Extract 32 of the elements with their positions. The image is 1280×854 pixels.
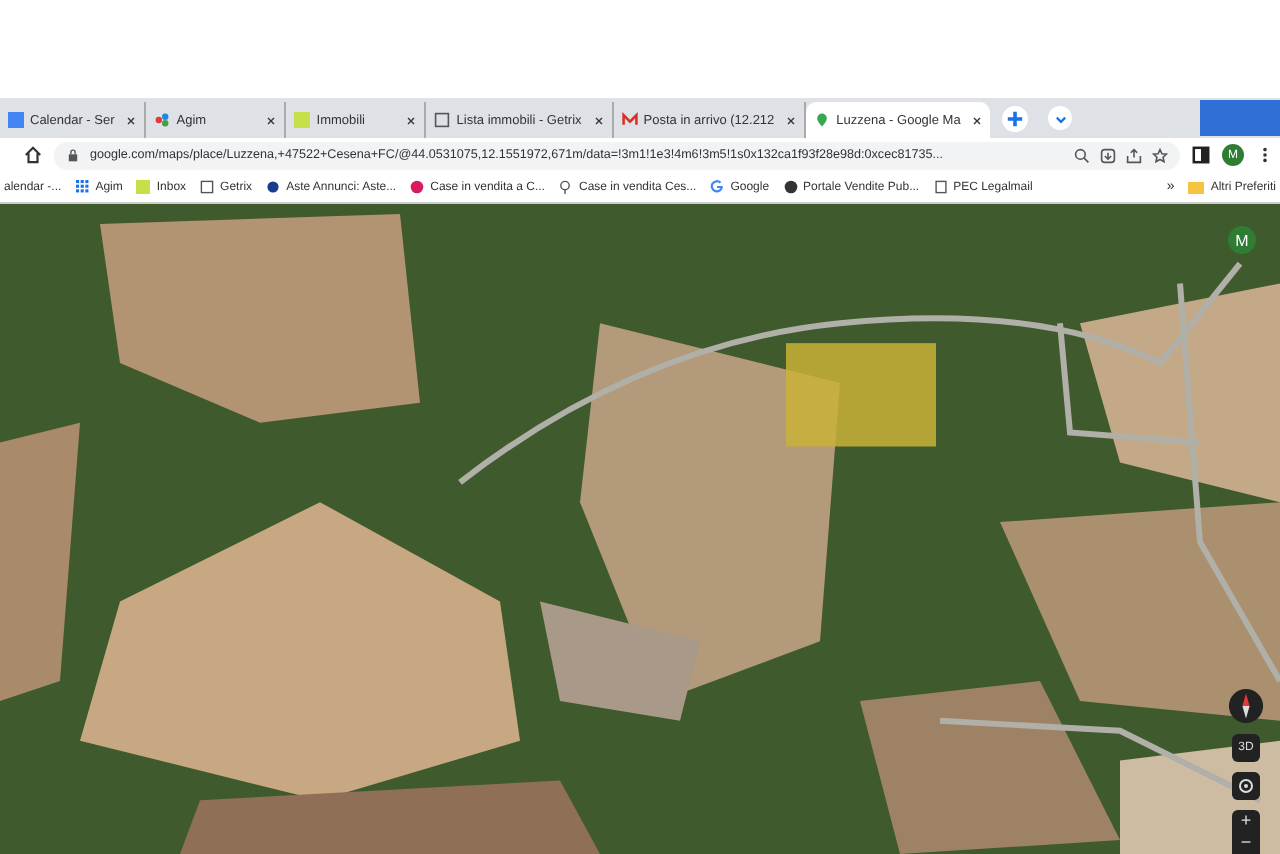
folder-icon [1188, 181, 1205, 193]
close-icon[interactable] [406, 115, 417, 125]
zoom-in-button[interactable]: + [1232, 810, 1260, 832]
mail-icon [621, 112, 638, 128]
circle-icon [410, 180, 425, 194]
download-icon[interactable] [1100, 147, 1116, 163]
pin-icon [558, 180, 573, 194]
map-pin-icon [814, 112, 831, 128]
document-icon [933, 180, 948, 194]
lock-icon [66, 148, 80, 162]
g-icon [710, 180, 725, 194]
dots-icon [154, 112, 171, 128]
grid-icon [75, 180, 90, 194]
new-tab-button[interactable] [1002, 105, 1029, 131]
star-icon[interactable] [1152, 147, 1168, 163]
plus-icon [1006, 109, 1025, 127]
tab-search-button[interactable] [1048, 106, 1073, 130]
close-icon[interactable] [786, 115, 797, 125]
share-icon[interactable] [1126, 147, 1142, 163]
compass-icon[interactable] [1228, 688, 1264, 724]
close-icon[interactable] [972, 115, 983, 125]
caret-icon [1053, 111, 1068, 125]
side-panel-icon[interactable] [1192, 146, 1210, 164]
location-icon[interactable] [1232, 772, 1260, 800]
zoom-out-button[interactable]: − [1232, 832, 1260, 854]
home-icon[interactable] [24, 146, 42, 164]
page-icon [434, 112, 451, 128]
close-icon[interactable] [266, 115, 277, 125]
close-icon[interactable] [126, 115, 137, 125]
close-icon[interactable] [593, 115, 604, 125]
page-icon [200, 180, 215, 194]
search-icon[interactable] [1074, 147, 1090, 163]
